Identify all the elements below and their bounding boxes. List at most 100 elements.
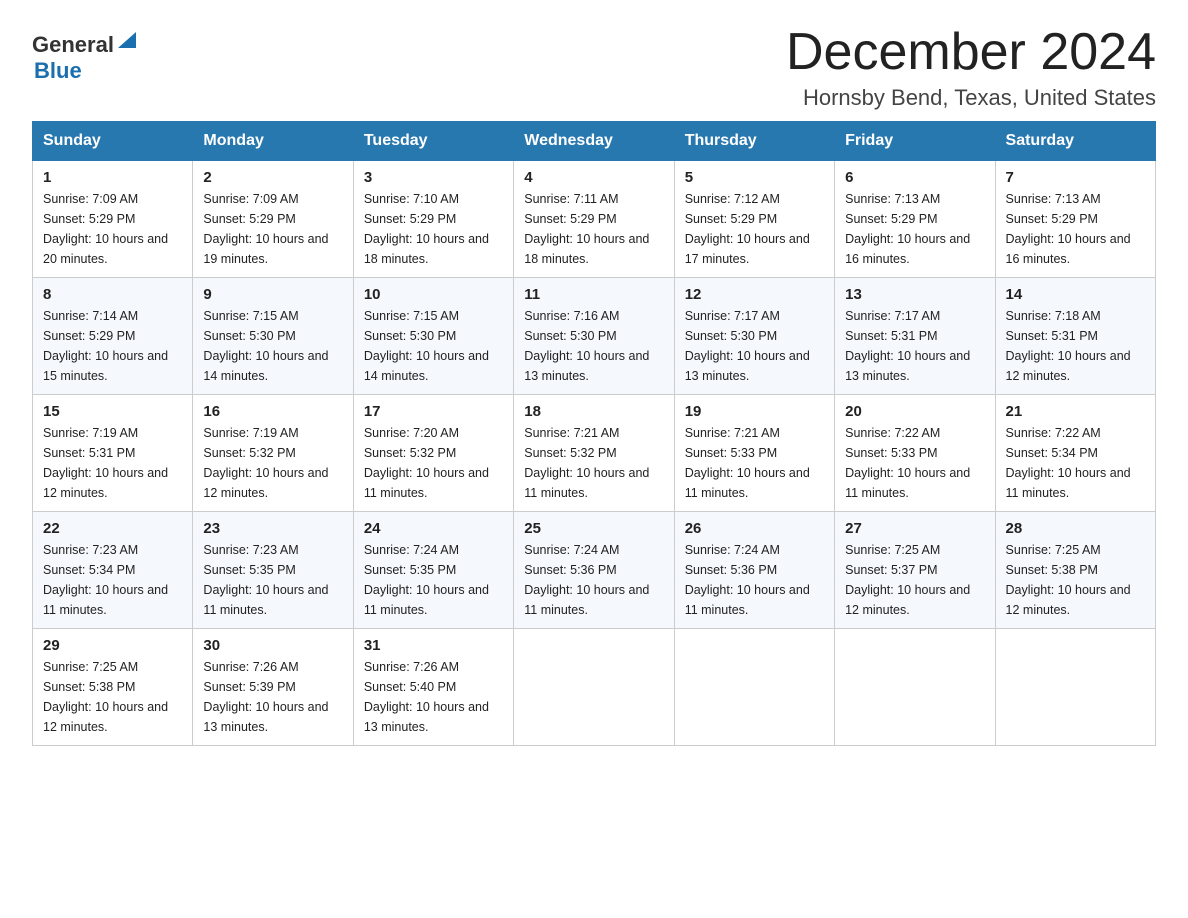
calendar-cell: 6 Sunrise: 7:13 AMSunset: 5:29 PMDaylight… bbox=[835, 161, 995, 278]
day-info: Sunrise: 7:25 AMSunset: 5:38 PMDaylight:… bbox=[1006, 540, 1145, 620]
calendar-cell: 20Sunrise: 7:22 AMSunset: 5:33 PMDayligh… bbox=[835, 395, 995, 512]
day-info: Sunrise: 7:21 AMSunset: 5:33 PMDaylight:… bbox=[685, 423, 824, 503]
calendar-cell: 12Sunrise: 7:17 AMSunset: 5:30 PMDayligh… bbox=[674, 278, 834, 395]
month-title: December 2024 bbox=[786, 24, 1156, 81]
day-number: 22 bbox=[43, 520, 182, 537]
day-number: 8 bbox=[43, 286, 182, 303]
day-info: Sunrise: 7:19 AMSunset: 5:31 PMDaylight:… bbox=[43, 423, 182, 503]
day-info: Sunrise: 7:23 AMSunset: 5:34 PMDaylight:… bbox=[43, 540, 182, 620]
logo-general: General bbox=[32, 32, 114, 58]
calendar-cell: 23 Sunrise: 7:23 AMSunset: 5:35 PMDayligh… bbox=[193, 512, 353, 629]
day-info: Sunrise: 7:26 AMSunset: 5:39 PMDaylight:… bbox=[203, 657, 342, 737]
day-info: Sunrise: 7:17 AMSunset: 5:31 PMDaylight:… bbox=[845, 306, 984, 386]
header-day-friday: Friday bbox=[835, 122, 995, 161]
calendar-cell: 11Sunrise: 7:16 AMSunset: 5:30 PMDayligh… bbox=[514, 278, 674, 395]
day-number: 9 bbox=[203, 286, 342, 303]
day-info: Sunrise: 7:13 AMSunset: 5:29 PMDaylight:… bbox=[1006, 189, 1145, 269]
calendar-cell: 10 Sunrise: 7:15 AMSunset: 5:30 PMDayligh… bbox=[353, 278, 513, 395]
calendar-cell: 16Sunrise: 7:19 AMSunset: 5:32 PMDayligh… bbox=[193, 395, 353, 512]
day-number: 25 bbox=[524, 520, 663, 537]
calendar-cell: 26Sunrise: 7:24 AMSunset: 5:36 PMDayligh… bbox=[674, 512, 834, 629]
day-number: 28 bbox=[1006, 520, 1145, 537]
day-info: Sunrise: 7:23 AMSunset: 5:35 PMDaylight:… bbox=[203, 540, 342, 620]
calendar-cell: 25Sunrise: 7:24 AMSunset: 5:36 PMDayligh… bbox=[514, 512, 674, 629]
calendar-cell: 30 Sunrise: 7:26 AMSunset: 5:39 PMDayligh… bbox=[193, 629, 353, 746]
calendar-cell: 17 Sunrise: 7:20 AMSunset: 5:32 PMDayligh… bbox=[353, 395, 513, 512]
day-number: 30 bbox=[203, 637, 342, 654]
day-number: 15 bbox=[43, 403, 182, 420]
calendar-cell: 13 Sunrise: 7:17 AMSunset: 5:31 PMDayligh… bbox=[835, 278, 995, 395]
calendar-week-row: 1Sunrise: 7:09 AMSunset: 5:29 PMDaylight… bbox=[33, 161, 1156, 278]
header-day-wednesday: Wednesday bbox=[514, 122, 674, 161]
calendar-cell: 15 Sunrise: 7:19 AMSunset: 5:31 PMDayligh… bbox=[33, 395, 193, 512]
day-number: 24 bbox=[364, 520, 503, 537]
logo-wordmark: General Blue bbox=[32, 32, 138, 84]
calendar-cell bbox=[514, 629, 674, 746]
day-info: Sunrise: 7:09 AMSunset: 5:29 PMDaylight:… bbox=[203, 189, 342, 269]
day-info: Sunrise: 7:15 AMSunset: 5:30 PMDaylight:… bbox=[364, 306, 503, 386]
day-info: Sunrise: 7:21 AMSunset: 5:32 PMDaylight:… bbox=[524, 423, 663, 503]
day-number: 12 bbox=[685, 286, 824, 303]
day-number: 3 bbox=[364, 169, 503, 186]
calendar-cell: 3 Sunrise: 7:10 AMSunset: 5:29 PMDaylight… bbox=[353, 161, 513, 278]
calendar-header-row: SundayMondayTuesdayWednesdayThursdayFrid… bbox=[33, 122, 1156, 161]
header-day-sunday: Sunday bbox=[33, 122, 193, 161]
calendar-cell: 4 Sunrise: 7:11 AMSunset: 5:29 PMDaylight… bbox=[514, 161, 674, 278]
header-day-tuesday: Tuesday bbox=[353, 122, 513, 161]
day-number: 16 bbox=[203, 403, 342, 420]
calendar-cell: 22 Sunrise: 7:23 AMSunset: 5:34 PMDayligh… bbox=[33, 512, 193, 629]
calendar-cell: 7 Sunrise: 7:13 AMSunset: 5:29 PMDaylight… bbox=[995, 161, 1155, 278]
calendar-cell: 28 Sunrise: 7:25 AMSunset: 5:38 PMDayligh… bbox=[995, 512, 1155, 629]
day-number: 10 bbox=[364, 286, 503, 303]
day-info: Sunrise: 7:10 AMSunset: 5:29 PMDaylight:… bbox=[364, 189, 503, 269]
calendar-cell bbox=[674, 629, 834, 746]
day-number: 18 bbox=[524, 403, 663, 420]
calendar-week-row: 8 Sunrise: 7:14 AMSunset: 5:29 PMDaylight… bbox=[33, 278, 1156, 395]
calendar-cell: 29Sunrise: 7:25 AMSunset: 5:38 PMDayligh… bbox=[33, 629, 193, 746]
calendar-cell: 8 Sunrise: 7:14 AMSunset: 5:29 PMDaylight… bbox=[33, 278, 193, 395]
day-number: 21 bbox=[1006, 403, 1145, 420]
calendar-cell: 21 Sunrise: 7:22 AMSunset: 5:34 PMDayligh… bbox=[995, 395, 1155, 512]
calendar-table: SundayMondayTuesdayWednesdayThursdayFrid… bbox=[32, 121, 1156, 746]
day-info: Sunrise: 7:24 AMSunset: 5:36 PMDaylight:… bbox=[685, 540, 824, 620]
day-number: 5 bbox=[685, 169, 824, 186]
title-block: December 2024 Hornsby Bend, Texas, Unite… bbox=[786, 24, 1156, 111]
calendar-cell bbox=[835, 629, 995, 746]
calendar-cell: 27Sunrise: 7:25 AMSunset: 5:37 PMDayligh… bbox=[835, 512, 995, 629]
day-info: Sunrise: 7:11 AMSunset: 5:29 PMDaylight:… bbox=[524, 189, 663, 269]
logo-blue: Blue bbox=[34, 58, 82, 83]
calendar-cell: 31Sunrise: 7:26 AMSunset: 5:40 PMDayligh… bbox=[353, 629, 513, 746]
day-info: Sunrise: 7:14 AMSunset: 5:29 PMDaylight:… bbox=[43, 306, 182, 386]
logo-triangle-icon bbox=[116, 30, 138, 52]
day-number: 17 bbox=[364, 403, 503, 420]
calendar-cell: 18 Sunrise: 7:21 AMSunset: 5:32 PMDayligh… bbox=[514, 395, 674, 512]
calendar-week-row: 22 Sunrise: 7:23 AMSunset: 5:34 PMDayligh… bbox=[33, 512, 1156, 629]
calendar-week-row: 15 Sunrise: 7:19 AMSunset: 5:31 PMDayligh… bbox=[33, 395, 1156, 512]
day-number: 27 bbox=[845, 520, 984, 537]
calendar-cell bbox=[995, 629, 1155, 746]
calendar-cell: 19 Sunrise: 7:21 AMSunset: 5:33 PMDayligh… bbox=[674, 395, 834, 512]
day-number: 7 bbox=[1006, 169, 1145, 186]
day-number: 29 bbox=[43, 637, 182, 654]
header-day-monday: Monday bbox=[193, 122, 353, 161]
calendar-cell: 2Sunrise: 7:09 AMSunset: 5:29 PMDaylight… bbox=[193, 161, 353, 278]
calendar-cell: 14Sunrise: 7:18 AMSunset: 5:31 PMDayligh… bbox=[995, 278, 1155, 395]
calendar-cell: 24Sunrise: 7:24 AMSunset: 5:35 PMDayligh… bbox=[353, 512, 513, 629]
day-info: Sunrise: 7:20 AMSunset: 5:32 PMDaylight:… bbox=[364, 423, 503, 503]
day-info: Sunrise: 7:15 AMSunset: 5:30 PMDaylight:… bbox=[203, 306, 342, 386]
day-number: 19 bbox=[685, 403, 824, 420]
day-number: 4 bbox=[524, 169, 663, 186]
day-number: 23 bbox=[203, 520, 342, 537]
day-info: Sunrise: 7:16 AMSunset: 5:30 PMDaylight:… bbox=[524, 306, 663, 386]
day-number: 20 bbox=[845, 403, 984, 420]
day-info: Sunrise: 7:22 AMSunset: 5:34 PMDaylight:… bbox=[1006, 423, 1145, 503]
day-info: Sunrise: 7:13 AMSunset: 5:29 PMDaylight:… bbox=[845, 189, 984, 269]
day-number: 31 bbox=[364, 637, 503, 654]
calendar-week-row: 29Sunrise: 7:25 AMSunset: 5:38 PMDayligh… bbox=[33, 629, 1156, 746]
header-day-saturday: Saturday bbox=[995, 122, 1155, 161]
day-number: 13 bbox=[845, 286, 984, 303]
logo: General Blue bbox=[32, 32, 138, 84]
page-header: General Blue December 2024 Hornsby Bend,… bbox=[32, 24, 1156, 111]
day-info: Sunrise: 7:09 AMSunset: 5:29 PMDaylight:… bbox=[43, 189, 182, 269]
day-number: 6 bbox=[845, 169, 984, 186]
